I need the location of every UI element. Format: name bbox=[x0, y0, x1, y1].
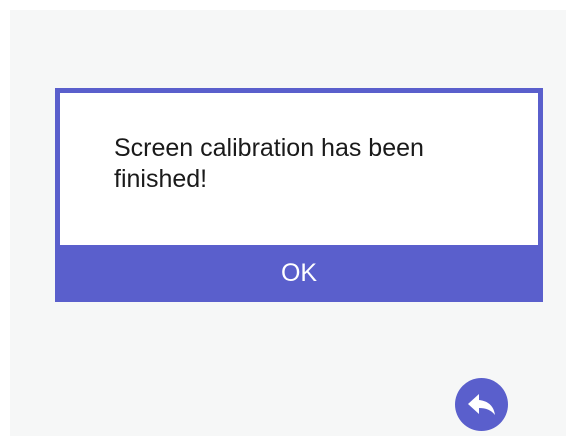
back-button[interactable] bbox=[455, 378, 508, 431]
back-arrow-icon bbox=[467, 393, 497, 417]
ok-button[interactable]: OK bbox=[55, 245, 543, 302]
dialog-message: Screen calibration has been finished! bbox=[114, 134, 424, 193]
